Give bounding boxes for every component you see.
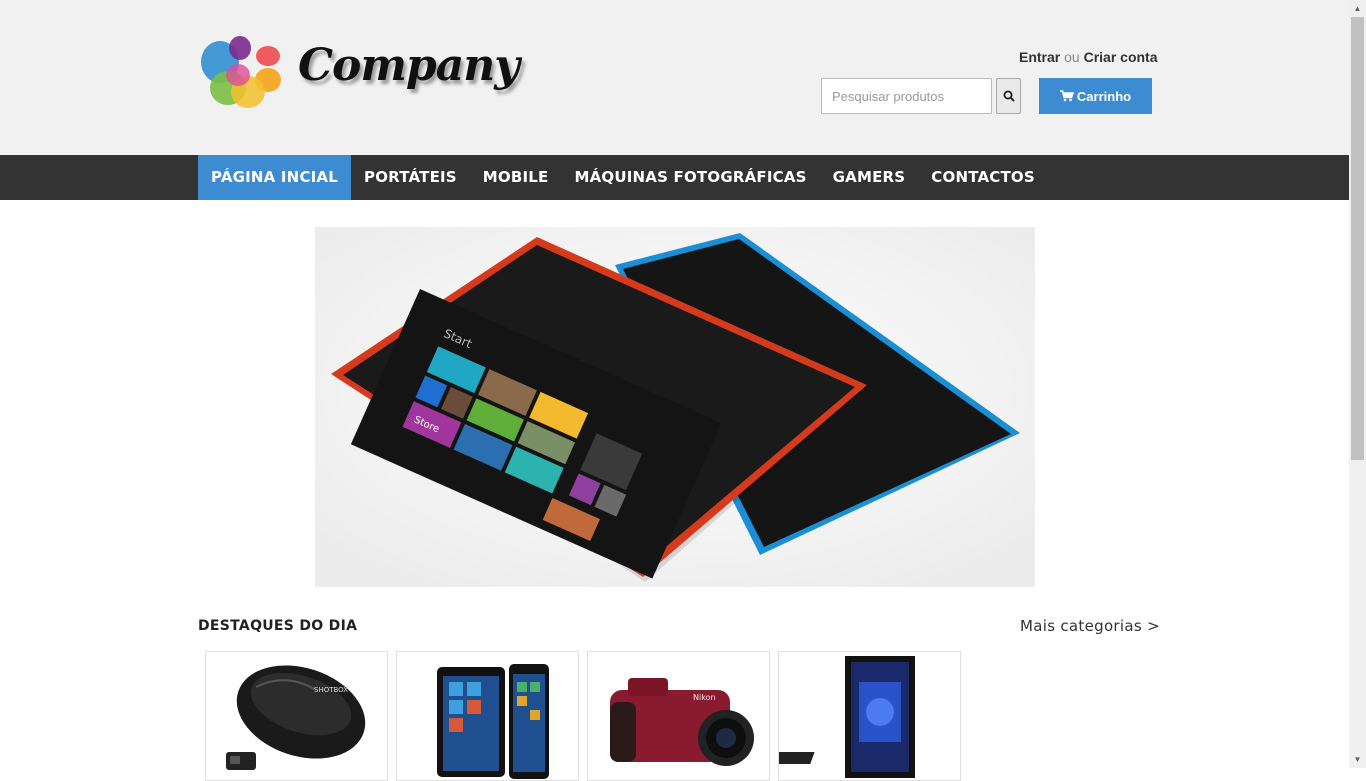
nav-item-cameras[interactable]: MÁQUINAS FOTOGRÁFICAS xyxy=(562,155,820,200)
main-nav: PÁGINA INCIAL PORTÁTEIS MOBILE MÁQUINAS … xyxy=(0,155,1349,200)
more-categories-link[interactable]: Mais categorias > xyxy=(1020,617,1160,635)
search-button[interactable] xyxy=(996,78,1021,114)
nav-item-laptops[interactable]: PORTÁTEIS xyxy=(351,155,470,200)
nav-item-contacts[interactable]: CONTACTOS xyxy=(918,155,1048,200)
nav-item-home[interactable]: PÁGINA INCIAL xyxy=(198,155,351,200)
cart-icon xyxy=(1059,90,1074,102)
logo-wordmark: Company xyxy=(298,40,520,91)
login-link[interactable]: Entrar xyxy=(1019,49,1060,65)
search-icon xyxy=(1003,90,1015,102)
search-input[interactable] xyxy=(821,78,992,114)
hero-banner[interactable]: Start Store xyxy=(315,227,1035,587)
logo-blobs-icon xyxy=(201,36,281,108)
company-logo[interactable]: Company xyxy=(198,30,520,115)
scroll-thumb[interactable] xyxy=(1351,17,1364,460)
account-or-text: ou xyxy=(1064,49,1080,65)
register-link[interactable]: Criar conta xyxy=(1084,49,1158,65)
product-card-mouse[interactable]: SHOTBOX xyxy=(205,651,388,781)
camera-image: Nikon xyxy=(610,678,754,766)
svg-text:SHOTBOX: SHOTBOX xyxy=(314,686,348,694)
nav-item-gamers[interactable]: GAMERS xyxy=(820,155,919,200)
scroll-up-arrow-icon[interactable]: ▲ xyxy=(1349,0,1366,17)
tablets-hero-image: Start Store xyxy=(315,227,1035,587)
cart-button[interactable]: Carrinho xyxy=(1039,78,1152,114)
scroll-down-arrow-icon[interactable]: ▼ xyxy=(1349,751,1366,768)
svg-text:Nikon: Nikon xyxy=(693,693,716,702)
account-links: Entrar ou Criar conta xyxy=(1019,49,1158,65)
cart-label: Carrinho xyxy=(1076,88,1132,104)
highlights-title: DESTAQUES DO DIA xyxy=(198,618,358,634)
product-card-camera[interactable]: Nikon xyxy=(587,651,770,781)
page-scrollbar[interactable]: ▲ ▼ xyxy=(1349,0,1366,768)
wireless-mouse-image: SHOTBOX xyxy=(226,665,366,770)
tablets-image xyxy=(437,664,549,779)
product-card-gaming-pc[interactable] xyxy=(778,651,961,781)
header: Company Entrar ou Criar conta Carrinho xyxy=(0,0,1349,155)
gaming-pc-image xyxy=(779,656,915,778)
product-card-tablets[interactable] xyxy=(396,651,579,781)
nav-item-mobile[interactable]: MOBILE xyxy=(470,155,562,200)
